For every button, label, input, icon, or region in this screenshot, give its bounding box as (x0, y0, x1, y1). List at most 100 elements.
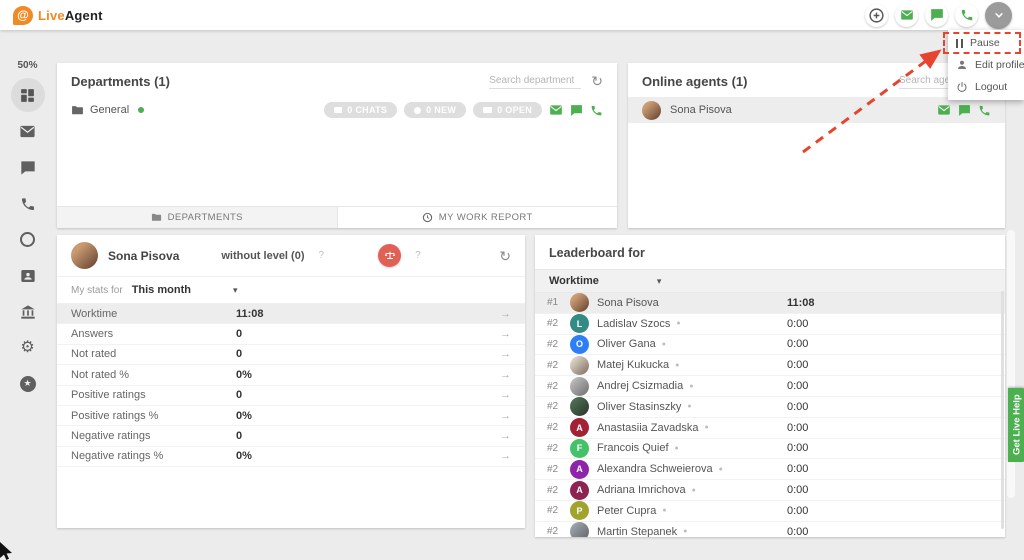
sidebar-item-chats[interactable] (17, 157, 38, 178)
arrow-right-icon[interactable]: → (500, 389, 511, 401)
liveagent-logo[interactable]: @ LiveAgent (0, 6, 103, 25)
avatar (570, 522, 589, 537)
new-call-button[interactable] (955, 4, 978, 27)
bottom-tabs: DEPARTMENTS MY WORK REPORT (57, 206, 617, 228)
arrow-right-icon[interactable]: → (500, 308, 511, 320)
worktime-value: 0:00 (787, 422, 808, 434)
department-chat-button[interactable] (570, 104, 583, 117)
department-row[interactable]: General 0 CHATS 0 NEW 0 OPEN (57, 97, 617, 123)
arrow-right-icon[interactable]: → (500, 348, 511, 360)
avatar: P (570, 501, 589, 520)
worktime-value: 0:00 (787, 401, 808, 413)
avatar (570, 293, 589, 312)
agent-chat-button[interactable] (958, 104, 971, 117)
chat-icon (20, 160, 36, 176)
offline-status-dot: ● (675, 445, 679, 452)
metric-select[interactable]: Worktime (549, 275, 599, 287)
search-department-input[interactable] (489, 73, 581, 89)
avatar: O (570, 335, 589, 354)
worktime-value: 0:00 (787, 505, 808, 517)
get-live-help-button[interactable]: Get Live Help (1008, 388, 1024, 462)
leaderboard-row: #2 A Alexandra Schweierova● 0:00 (535, 459, 1005, 480)
agent-name: Oliver Gana● (597, 338, 779, 350)
tab-departments[interactable]: DEPARTMENTS (57, 207, 338, 228)
sidebar-item-history[interactable] (17, 229, 38, 250)
stat-value: 11:08 (236, 308, 500, 320)
agent-name: Francois Quief● (597, 442, 779, 454)
arrow-right-icon[interactable]: → (500, 369, 511, 381)
agent-call-button[interactable] (978, 104, 991, 117)
department-call-button[interactable] (590, 104, 603, 117)
leaderboard-row: #2 F Francois Quief● 0:00 (535, 439, 1005, 460)
agent-email-button[interactable] (937, 103, 951, 117)
stat-value: 0% (236, 410, 500, 422)
leaderboard-row: #2 A Anastasiia Zavadska● 0:00 (535, 418, 1005, 439)
sidebar-item-settings[interactable]: ⚙ (17, 337, 38, 358)
arrow-right-icon[interactable]: → (500, 450, 511, 462)
level-help-icon[interactable]: ? (319, 250, 325, 261)
caret-down-icon[interactable]: ▾ (657, 276, 662, 287)
menu-item-pause[interactable]: Pause (948, 32, 1024, 54)
arrow-right-icon[interactable]: → (500, 430, 511, 442)
menu-item-logout[interactable]: Logout (948, 76, 1024, 98)
sidebar-item-upgrade[interactable]: ★ (17, 373, 38, 394)
refresh-icon[interactable]: ↻ (591, 74, 603, 88)
tab-my-work-report[interactable]: MY WORK REPORT (338, 207, 618, 228)
arrow-right-icon[interactable]: → (500, 328, 511, 340)
arrow-right-icon[interactable]: → (500, 410, 511, 422)
new-email-button[interactable] (895, 4, 918, 27)
stat-value: 0% (236, 450, 500, 462)
stat-row[interactable]: Negative ratings 0 → (57, 426, 525, 446)
envelope-icon (483, 107, 492, 113)
stat-row[interactable]: Positive ratings % 0% → (57, 406, 525, 426)
stat-row[interactable]: Not rated % 0% → (57, 365, 525, 385)
user-dropdown-menu: Pause Edit profile Logout (948, 30, 1024, 100)
dashboard-icon (19, 87, 36, 104)
rank-badge[interactable] (378, 244, 401, 267)
brand-text: LiveAgent (38, 8, 103, 23)
caret-down-icon[interactable]: ▾ (233, 285, 238, 296)
sidebar-icons: ⚙ ★ (11, 84, 45, 394)
stat-row[interactable]: Positive ratings 0 → (57, 386, 525, 406)
agent-name: Alexandra Schweierova● (597, 463, 779, 475)
sidebar-item-tickets[interactable] (17, 121, 38, 142)
new-chat-button[interactable] (925, 4, 948, 27)
avatar (570, 377, 589, 396)
menu-item-edit-profile[interactable]: Edit profile (948, 54, 1024, 76)
pause-icon (956, 39, 963, 48)
online-agent-row[interactable]: Sona Pisova (628, 97, 1005, 123)
avatar: A (570, 481, 589, 500)
add-button[interactable] (865, 4, 888, 27)
department-email-button[interactable] (549, 103, 563, 117)
bank-icon (20, 304, 36, 320)
circle-icon (414, 107, 421, 114)
sidebar-item-billing[interactable] (17, 301, 38, 322)
avatar (71, 242, 98, 269)
worktime-value: 0:00 (787, 463, 808, 475)
stat-row[interactable]: Worktime 11:08 → (57, 304, 525, 324)
stat-row[interactable]: Answers 0 → (57, 324, 525, 344)
sidebar-item-calls[interactable] (17, 193, 38, 214)
offline-status-dot: ● (675, 362, 679, 369)
period-select[interactable]: This month (132, 284, 191, 296)
leaderboard-row: #2 Andrej Csizmadia● 0:00 (535, 376, 1005, 397)
sidebar-item-contacts[interactable] (17, 265, 38, 286)
leaderboard-row: #2 A Adriana Imrichova● 0:00 (535, 480, 1005, 501)
badge-help-icon[interactable]: ? (415, 250, 421, 261)
rank-label: #2 (547, 443, 562, 454)
offline-status-dot: ● (705, 424, 709, 431)
agent-name: Anastasiia Zavadska● (597, 422, 779, 434)
stat-row[interactable]: Negative ratings % 0% → (57, 447, 525, 467)
user-menu-button[interactable] (985, 2, 1012, 29)
agent-name: Sona Pisova (597, 297, 779, 309)
sidebar-item-dashboard[interactable] (11, 78, 45, 112)
departments-search: ↻ (489, 73, 603, 89)
leaderboard-row: #2 Martin Stepanek● 0:00 (535, 522, 1005, 537)
refresh-icon[interactable]: ↻ (499, 249, 511, 263)
scrollbar[interactable] (1001, 291, 1004, 529)
online-agents-title: Online agents (1) (642, 74, 747, 89)
offline-status-dot: ● (692, 487, 696, 494)
stat-row[interactable]: Not rated 0 → (57, 345, 525, 365)
stat-label: Negative ratings (71, 430, 236, 442)
chat-icon (930, 8, 944, 22)
